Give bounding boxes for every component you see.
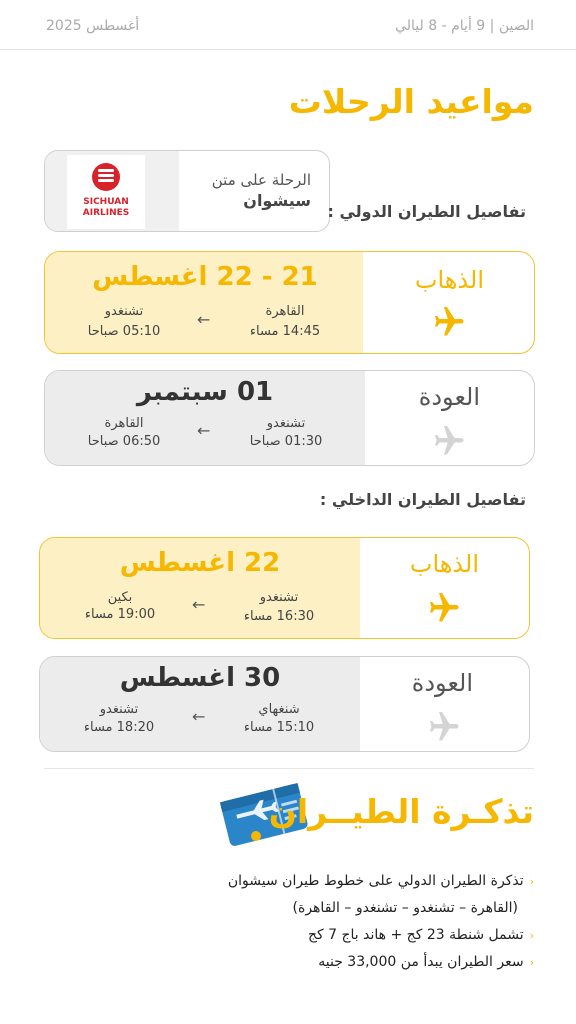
note-item: (القاهرة – تشنغدو – تشنغدو – القاهرة) bbox=[292, 900, 518, 916]
airplane-icon bbox=[430, 593, 459, 622]
airline-logo-area: SICHUAN AIRLINES bbox=[45, 151, 179, 231]
flight-date: 22 اغسطس bbox=[119, 548, 281, 578]
airline-intro: الرحلة على متن bbox=[211, 171, 311, 189]
origin-city: القاهرة bbox=[265, 304, 305, 319]
destination-city: تشنغدو bbox=[104, 304, 144, 319]
flight-date: 01 سبتمبر bbox=[136, 377, 274, 407]
direction-arrow: ← bbox=[197, 421, 211, 440]
departure-label: الذهاب bbox=[414, 266, 484, 294]
return-label: العودة bbox=[411, 669, 473, 697]
departure-label: الذهاب bbox=[409, 550, 479, 578]
note-item: ‹تشمل شنطة 23 كج + هاند باج 7 كج bbox=[307, 927, 534, 943]
airline-bird-icon bbox=[92, 163, 120, 191]
chevron-left-icon: ‹ bbox=[529, 929, 534, 942]
chevron-left-icon: ‹ bbox=[529, 875, 534, 888]
origin-time: 15:10 مساء bbox=[243, 720, 315, 735]
note-item: ‹سعر الطيران يبدأ من 33,000 جنيه bbox=[318, 954, 534, 970]
direction-arrow: ← bbox=[197, 310, 211, 329]
airplane-icon bbox=[435, 307, 464, 336]
sichuan-airlines-logo: SICHUAN AIRLINES bbox=[67, 155, 145, 229]
airline-card: SICHUAN AIRLINES الرحلة على متن سيشوان bbox=[44, 150, 330, 232]
origin-city: تشنغدو bbox=[259, 590, 299, 605]
origin-time: 14:45 مساء bbox=[249, 324, 321, 339]
return-label: العودة bbox=[418, 383, 480, 411]
flight-date: 21 - 22 اغسطس bbox=[92, 262, 318, 292]
destination-city: القاهرة bbox=[104, 416, 144, 431]
destination-city: بكين bbox=[107, 590, 133, 605]
ticket-section-title: تذكـرة الطيــران bbox=[268, 792, 534, 831]
trip-month: أغسطس 2025 bbox=[46, 18, 140, 34]
destination-time: 05:10 صباحا bbox=[87, 324, 161, 339]
international-departure-card: الذهاب 21 - 22 اغسطس القاهرة 14:45 مساء … bbox=[44, 251, 535, 354]
note-item: ‹تذكرة الطيران الدولي على خطوط طيران سيش… bbox=[227, 873, 534, 889]
destination-time: 06:50 صباحا bbox=[87, 434, 161, 449]
section-divider bbox=[44, 768, 534, 769]
international-return-card: العودة 01 سبتمبر تشنغدو 01:30 صباحا ← ال… bbox=[44, 370, 535, 466]
airplane-icon bbox=[430, 712, 459, 741]
airline-text: الرحلة على متن سيشوان bbox=[212, 171, 311, 210]
airline-logo-text: SICHUAN AIRLINES bbox=[82, 197, 130, 218]
domestic-section-label: تفاصيل الطيران الداخلي : bbox=[319, 490, 526, 509]
airplane-icon bbox=[435, 426, 464, 455]
origin-time: 01:30 صباحا bbox=[249, 434, 323, 449]
origin-city: تشنغدو bbox=[266, 416, 306, 431]
origin-city: شنغهاي bbox=[258, 702, 300, 717]
trip-summary: الصين | 9 أيام - 8 ليالي bbox=[395, 18, 534, 34]
destination-time: 19:00 مساء bbox=[84, 607, 156, 622]
direction-arrow: ← bbox=[192, 707, 206, 726]
international-section-label: تفاصيل الطيران الدولي : bbox=[327, 202, 527, 221]
origin-time: 16:30 مساء bbox=[243, 609, 315, 624]
domestic-departure-card: الذهاب 22 اغسطس تشنغدو 16:30 مساء ← بكين… bbox=[39, 537, 530, 639]
ticket-notes: ‹تذكرة الطيران الدولي على خطوط طيران سيش… bbox=[74, 868, 534, 976]
flight-date: 30 اغسطس bbox=[119, 663, 281, 693]
domestic-return-card: العودة 30 اغسطس شنغهاي 15:10 مساء ← تشنغ… bbox=[39, 656, 530, 752]
chevron-left-icon: ‹ bbox=[529, 956, 534, 969]
page-title: مواعيد الرحلات bbox=[288, 82, 534, 121]
destination-time: 18:20 مساء bbox=[83, 720, 155, 735]
direction-arrow: ← bbox=[192, 595, 206, 614]
destination-city: تشنغدو bbox=[99, 702, 139, 717]
top-bar: الصين | 9 أيام - 8 ليالي أغسطس 2025 bbox=[0, 0, 576, 50]
airline-name: سيشوان bbox=[243, 191, 311, 210]
